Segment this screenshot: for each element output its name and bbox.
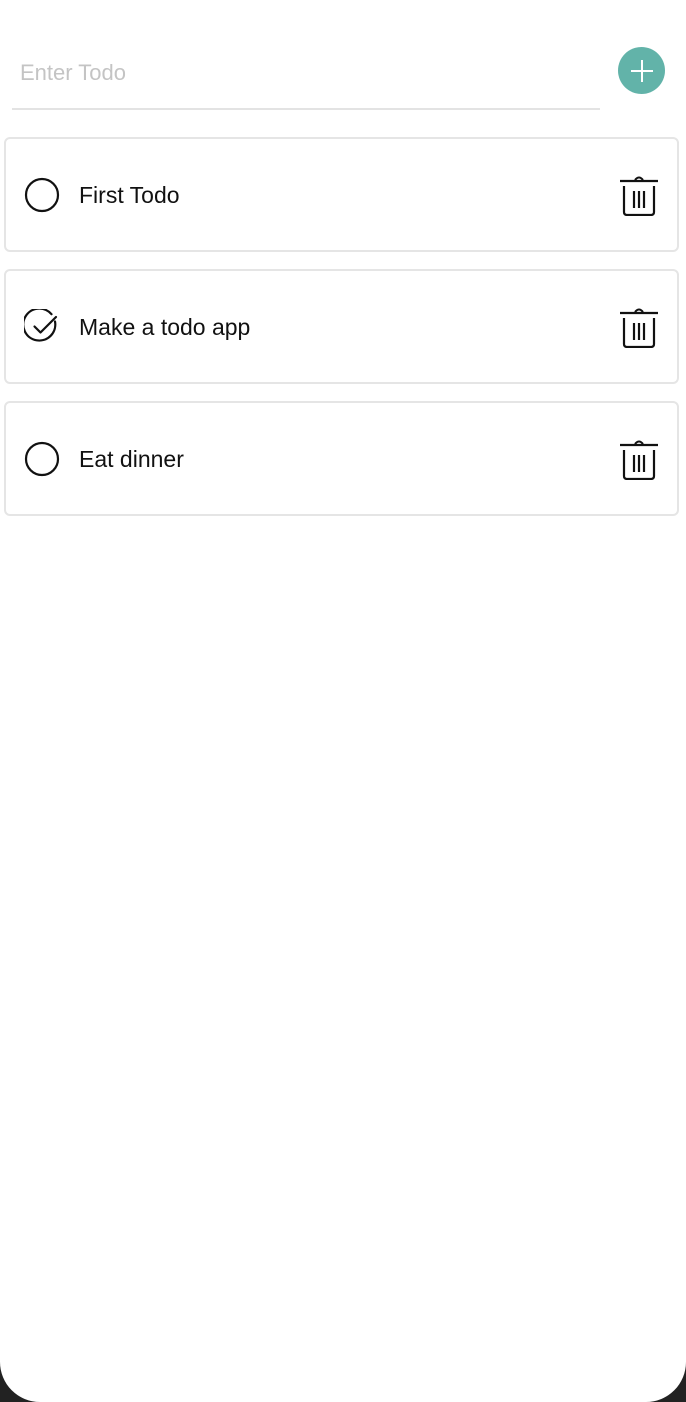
- todo-label: First Todo: [79, 182, 180, 208]
- todo-toggle[interactable]: [24, 309, 60, 345]
- todo-input[interactable]: [12, 38, 600, 110]
- app-screen: First Todo Make a todo app Eat dinner: [0, 0, 686, 1402]
- trash-icon: [618, 174, 660, 216]
- todo-item: Make a todo app: [4, 269, 679, 384]
- todo-item: First Todo: [4, 137, 679, 252]
- circle-icon: [24, 177, 60, 213]
- delete-todo-button[interactable]: [618, 438, 660, 480]
- todo-label: Eat dinner: [79, 446, 184, 472]
- todo-input-row: [0, 0, 686, 120]
- todo-toggle[interactable]: [24, 177, 60, 213]
- check-circle-icon: [24, 309, 60, 345]
- trash-icon: [618, 438, 660, 480]
- todo-label: Make a todo app: [79, 314, 251, 340]
- delete-todo-button[interactable]: [618, 174, 660, 216]
- add-todo-button[interactable]: [618, 47, 665, 94]
- trash-icon: [618, 306, 660, 348]
- plus-icon: [629, 58, 655, 84]
- delete-todo-button[interactable]: [618, 306, 660, 348]
- circle-icon: [24, 441, 60, 477]
- todo-list: First Todo Make a todo app Eat dinner: [4, 137, 679, 533]
- todo-item: Eat dinner: [4, 401, 679, 516]
- todo-toggle[interactable]: [24, 441, 60, 477]
